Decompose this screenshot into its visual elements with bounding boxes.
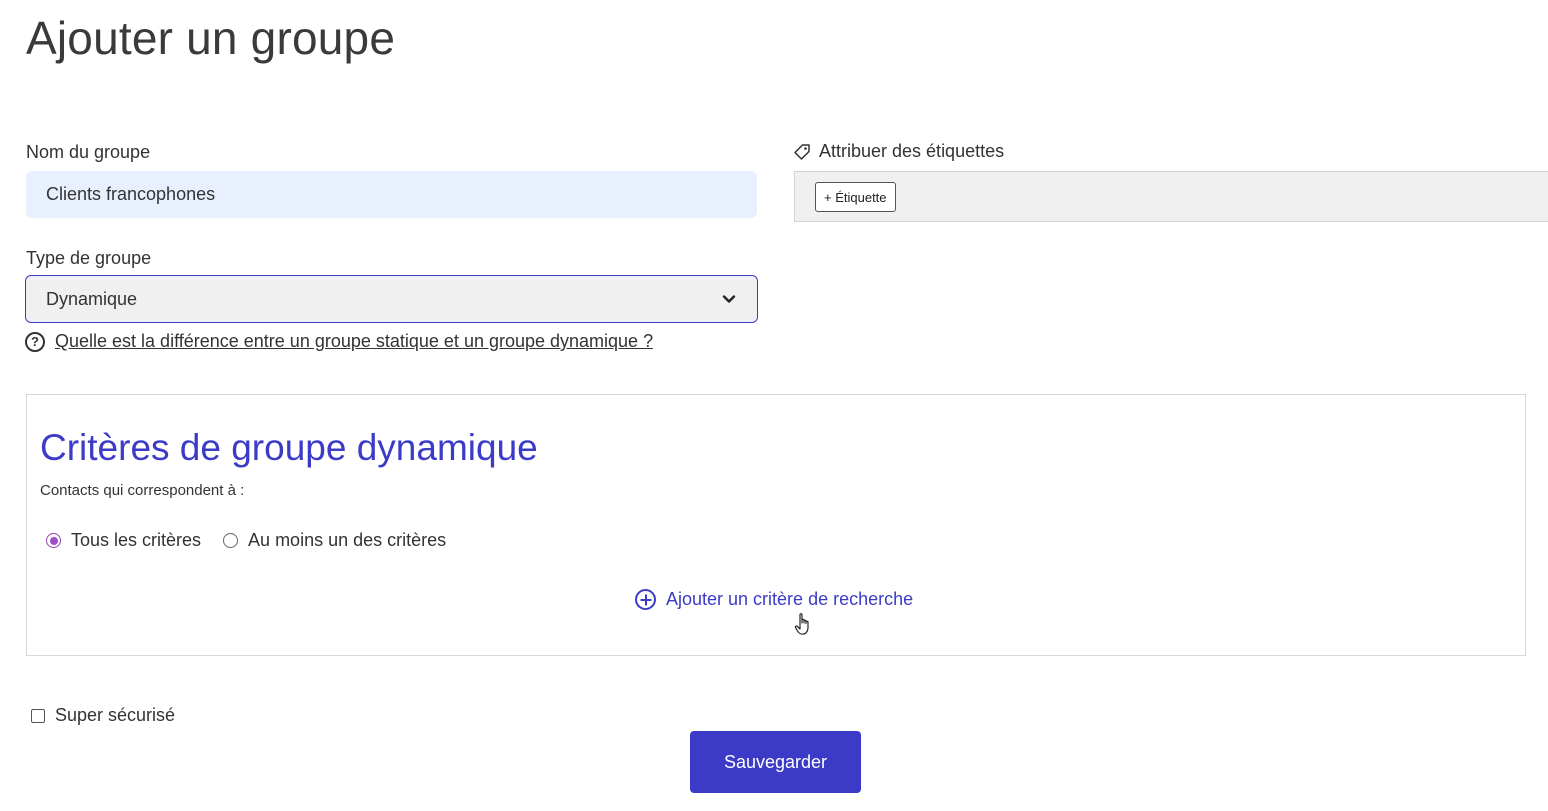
page-title: Ajouter un groupe	[26, 12, 396, 64]
criteria-title: Critères de groupe dynamique	[40, 427, 538, 468]
tags-header: Attribuer des étiquettes	[793, 141, 1004, 162]
help-link[interactable]: Quelle est la différence entre un groupe…	[55, 331, 653, 352]
radio-all-criteria[interactable]: Tous les critères	[46, 530, 201, 551]
radio-any-criteria[interactable]: Au moins un des critères	[223, 530, 446, 551]
group-name-value: Clients francophones	[46, 184, 216, 204]
chevron-down-icon	[722, 295, 736, 303]
criteria-match-options: Tous les critères Au moins un des critèr…	[46, 530, 468, 551]
help-row: ? Quelle est la différence entre un grou…	[25, 331, 653, 352]
criteria-panel: Critères de groupe dynamique Contacts qu…	[26, 394, 1526, 656]
radio-button-unchecked[interactable]	[223, 533, 239, 548]
hand-pointer-icon	[794, 613, 809, 635]
criteria-subtitle: Contacts qui correspondent à :	[40, 482, 245, 499]
tags-label: Attribuer des étiquettes	[819, 141, 1005, 161]
group-type-selected: Dynamique	[46, 288, 138, 309]
question-circle-icon: ?	[25, 331, 45, 352]
radio-button-checked[interactable]	[46, 533, 61, 548]
plus-circle-icon	[635, 589, 656, 610]
save-button[interactable]: Sauvegarder	[690, 731, 861, 793]
add-criteria-button[interactable]: Ajouter un critère de recherche	[635, 589, 913, 610]
group-name-input[interactable]: Clients francophones	[26, 171, 757, 218]
super-secure-checkbox[interactable]	[31, 708, 45, 723]
super-secure-option[interactable]: Super sécurisé	[31, 705, 175, 726]
group-type-select[interactable]: Dynamique	[25, 275, 758, 323]
group-type-label: Type de groupe	[26, 248, 152, 268]
group-name-label: Nom du groupe	[26, 142, 151, 162]
add-tag-button[interactable]: + Étiquette	[815, 182, 896, 212]
radio-label-any: Au moins un des critères	[248, 530, 447, 550]
super-secure-label: Super sécurisé	[55, 705, 176, 725]
add-criteria-label: Ajouter un critère de recherche	[666, 589, 914, 609]
tag-icon	[794, 143, 810, 160]
radio-label-all: Tous les critères	[71, 530, 202, 550]
tags-box: + Étiquette	[794, 171, 1548, 222]
